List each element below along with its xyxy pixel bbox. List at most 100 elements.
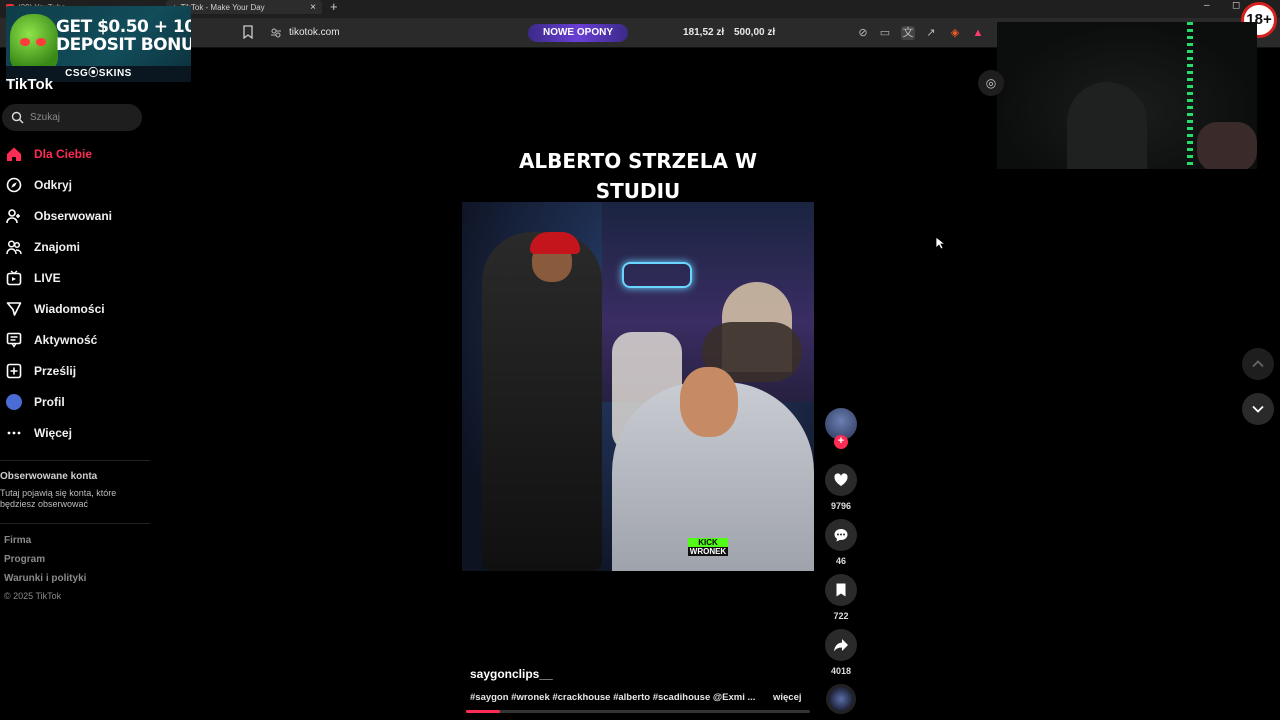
- chevron-up-icon: [1252, 360, 1264, 368]
- user-plus-icon: [6, 209, 20, 224]
- video-author[interactable]: saygonclips__: [470, 667, 553, 681]
- sidebar-item-live[interactable]: LIVE: [6, 267, 61, 289]
- sidebar-item-explore[interactable]: Odkryj: [6, 174, 72, 196]
- sidebar-item-messages[interactable]: Wiadomości: [6, 298, 105, 320]
- ad-headline-line2: DEPOSIT BONU: [56, 35, 191, 55]
- comment-count: 46: [835, 556, 846, 566]
- sidebar-item-more[interactable]: Więcej: [6, 422, 72, 444]
- mascot-image: [10, 14, 58, 72]
- share-arrow-icon: [834, 639, 848, 652]
- translate-icon[interactable]: 文: [901, 26, 915, 40]
- caption-more-button[interactable]: więcej: [773, 692, 802, 703]
- save-button[interactable]: [825, 574, 857, 606]
- sidebar-divider: [0, 460, 150, 461]
- compass-icon: [6, 177, 22, 193]
- followed-accounts-heading: Obserwowane konta: [0, 471, 98, 482]
- mute-icon[interactable]: ⊘: [856, 26, 870, 40]
- like-count: 9796: [830, 501, 852, 511]
- like-button[interactable]: [825, 464, 857, 496]
- sidebar-item-label: Więcej: [34, 426, 72, 440]
- sidebar-item-label: Profil: [34, 395, 65, 409]
- share-icon[interactable]: ↗: [924, 26, 938, 40]
- person-standing: [482, 232, 602, 571]
- sidebar-item-label: LIVE: [34, 271, 61, 285]
- previous-video-button[interactable]: [1242, 348, 1274, 380]
- cast-icon[interactable]: ▭: [878, 26, 892, 40]
- footer-link-terms[interactable]: Warunki i polityki: [4, 573, 86, 584]
- video-title-overlay: ALBERTO STRZELA W STUDIU: [462, 146, 814, 206]
- live-icon: [6, 270, 22, 286]
- avatar-icon: [6, 394, 22, 410]
- bookmark-icon: [836, 583, 846, 597]
- ad-headline-line1: GET $0.50 + 10: [56, 17, 191, 37]
- video-progress-bar[interactable]: [466, 710, 810, 713]
- person-seated-face: [680, 367, 738, 437]
- browser-tab-strip: (29) YouTube ♪ TikTok - Make Your Day × …: [0, 0, 1280, 18]
- get-app-icon[interactable]: ◎: [978, 70, 1004, 96]
- more-icon: [7, 431, 21, 435]
- save-count: 722: [833, 611, 849, 621]
- chevron-down-icon: [1252, 405, 1264, 413]
- search-input[interactable]: Szukaj: [2, 104, 142, 131]
- video-caption: #saygon #wronek #crackhouse #alberto #sc…: [470, 692, 756, 703]
- rewards-icon[interactable]: ▲: [971, 26, 985, 40]
- streamer-webcam-overlay: [997, 22, 1257, 169]
- footer-link-program[interactable]: Program: [4, 554, 45, 565]
- send-icon: [6, 302, 22, 316]
- comment-icon: [834, 529, 848, 542]
- sidebar-item-upload[interactable]: Prześlij: [6, 360, 76, 382]
- sidebar-item-following[interactable]: Obserwowani: [6, 205, 112, 227]
- video-progress-fill: [466, 710, 501, 713]
- sidebar-item-label: Znajomi: [34, 240, 81, 254]
- copyright: © 2025 TikTok: [4, 591, 62, 601]
- wronek-label: WRONEK: [688, 547, 728, 556]
- shield-icon[interactable]: ◈: [948, 26, 962, 40]
- search-placeholder: Szukaj: [30, 112, 61, 123]
- close-tab-icon[interactable]: ×: [310, 2, 316, 13]
- balance-2: 500,00 zł: [734, 27, 776, 38]
- followed-accounts-empty-text: Tutaj pojawią się konta, które będziesz …: [0, 488, 117, 509]
- bookmark-icon[interactable]: [242, 25, 254, 39]
- casino-ad-overlay[interactable]: GET $0.50 + 10 DEPOSIT BONU CSG⦿SKINS: [6, 6, 191, 82]
- sidebar-item-label: Odkryj: [34, 178, 73, 192]
- follow-plus-icon[interactable]: +: [834, 435, 848, 449]
- tab-title: TikTok - Make Your Day: [180, 2, 265, 12]
- url-field[interactable]: tikotok.com: [289, 27, 340, 38]
- streamer-silhouette: [1067, 82, 1147, 169]
- sidebar-item-activity[interactable]: Aktywność: [6, 329, 97, 351]
- kick-wronek-tag: KICK WRONEK: [688, 538, 728, 556]
- balance-1: 181,52 zł: [683, 27, 725, 38]
- share-button[interactable]: [825, 629, 857, 661]
- sidebar-item-label: Obserwowani: [34, 209, 113, 223]
- led-strip: [1187, 22, 1193, 169]
- sidebar-item-profile[interactable]: Profil: [6, 391, 65, 413]
- video-title-line1: ALBERTO STRZELA W: [518, 149, 758, 173]
- tiktok-logo[interactable]: TikTok: [6, 76, 53, 90]
- heart-icon: [834, 473, 848, 486]
- sidebar-item-friends[interactable]: Znajomi: [6, 236, 80, 258]
- neon-sign: [622, 262, 692, 288]
- video-player[interactable]: KICK WRONEK: [462, 202, 814, 571]
- footer-link-company[interactable]: Firma: [4, 535, 31, 546]
- activity-icon: [6, 332, 22, 348]
- promo-banner[interactable]: NOWE OPONY: [528, 24, 628, 42]
- minimize-button[interactable]: –: [1204, 0, 1210, 11]
- kick-label: KICK: [688, 538, 728, 547]
- comment-button[interactable]: [825, 519, 857, 551]
- music-disc-icon[interactable]: [826, 684, 856, 714]
- new-tab-button[interactable]: +: [330, 0, 338, 14]
- sidebar-item-label: Aktywność: [34, 333, 98, 347]
- streamer-chair: [1197, 122, 1257, 169]
- share-count: 4018: [830, 666, 852, 676]
- restore-button[interactable]: ◻: [1232, 0, 1240, 11]
- next-video-button[interactable]: [1242, 393, 1274, 425]
- ad-headline: GET $0.50 + 10 DEPOSIT BONU: [56, 18, 191, 54]
- sidebar-item-label: Dla Ciebie: [34, 147, 93, 161]
- mouse-cursor-icon: [935, 236, 945, 250]
- home-icon: [7, 147, 21, 161]
- sidebar-item-for-you[interactable]: Dla Ciebie: [6, 143, 92, 165]
- friends-icon: [6, 240, 22, 255]
- sidebar-divider: [0, 523, 150, 524]
- site-settings-icon[interactable]: [270, 27, 282, 39]
- search-icon: [11, 111, 24, 124]
